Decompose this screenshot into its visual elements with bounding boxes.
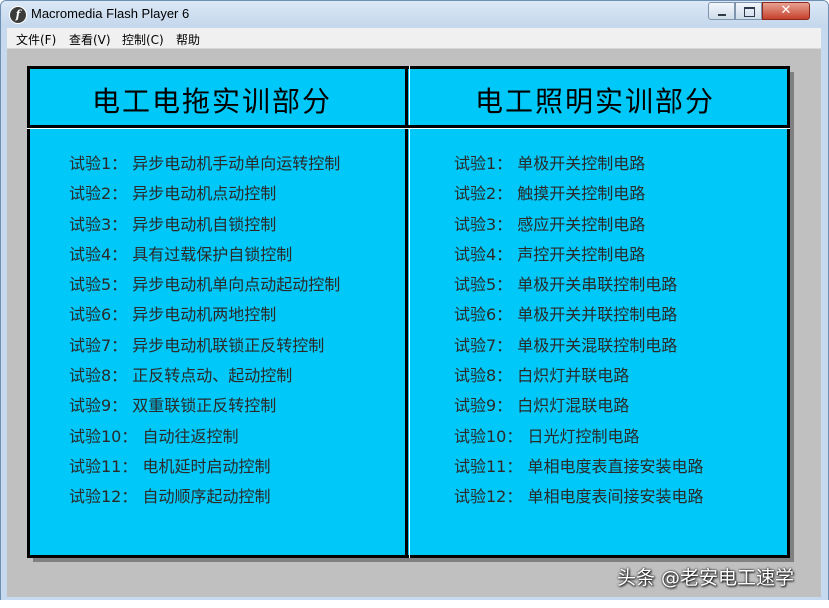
right-experiment-item[interactable]: 试验7： 单极开关混联控制电路 xyxy=(454,334,703,364)
title-bar[interactable]: f Macromedia Flash Player 6 ✕ xyxy=(1,1,828,27)
right-experiment-item[interactable]: 试验5： 单极开关串联控制电路 xyxy=(454,273,703,303)
left-experiment-item[interactable]: 试验1： 异步电动机手动单向运转控制 xyxy=(69,152,340,182)
minimize-icon xyxy=(718,14,726,16)
right-experiment-item[interactable]: 试验11： 单相电度表直接安装电路 xyxy=(454,455,703,485)
left-experiment-item[interactable]: 试验9： 双重联锁正反转控制 xyxy=(69,394,340,424)
menu-bar: 文件(F) 查看(V) 控制(C) 帮助 xyxy=(7,28,821,49)
maximize-icon xyxy=(744,7,755,17)
right-experiment-item[interactable]: 试验9： 白炽灯混联电路 xyxy=(454,394,703,424)
menu-view[interactable]: 查看(V) xyxy=(69,31,111,48)
left-experiment-item[interactable]: 试验11： 电机延时启动控制 xyxy=(69,455,340,485)
menu-control[interactable]: 控制(C) xyxy=(122,31,164,48)
menu-help[interactable]: 帮助 xyxy=(176,31,200,48)
desktop-background xyxy=(0,600,829,608)
right-experiment-item[interactable]: 试验1： 单极开关控制电路 xyxy=(454,152,703,182)
flash-icon[interactable]: f xyxy=(9,6,27,24)
right-experiment-list: 试验1： 单极开关控制电路 试验2： 触摸开关控制电路 试验3： 感应开关控制电… xyxy=(454,152,703,516)
left-experiment-item[interactable]: 试验10： 自动往返控制 xyxy=(69,425,340,455)
minimize-button[interactable] xyxy=(708,2,735,20)
left-experiment-list: 试验1： 异步电动机手动单向运转控制 试验2： 异步电动机点动控制 试验3： 异… xyxy=(69,152,340,516)
right-experiment-item[interactable]: 试验12： 单相电度表间接安装电路 xyxy=(454,485,703,515)
right-experiment-item[interactable]: 试验10： 日光灯控制电路 xyxy=(454,425,703,455)
board-shadow-bottom xyxy=(33,558,794,562)
left-experiment-item[interactable]: 试验6： 异步电动机两地控制 xyxy=(69,303,340,333)
close-icon: ✕ xyxy=(780,3,792,18)
left-experiment-item[interactable]: 试验8： 正反转点动、起动控制 xyxy=(69,364,340,394)
watermark-text: 头条 @老安电工速学 xyxy=(617,567,795,589)
window-title: Macromedia Flash Player 6 xyxy=(31,6,190,21)
right-experiment-item[interactable]: 试验8： 白炽灯并联电路 xyxy=(454,364,703,394)
left-experiment-item[interactable]: 试验4： 具有过载保护自锁控制 xyxy=(69,243,340,273)
right-experiment-item[interactable]: 试验3： 感应开关控制电路 xyxy=(454,213,703,243)
header-divider-highlight xyxy=(27,128,790,129)
left-experiment-item[interactable]: 试验5： 异步电动机单向点动起动控制 xyxy=(69,273,340,303)
menu-file[interactable]: 文件(F) xyxy=(16,31,56,48)
right-panel-title: 电工照明实训部分 xyxy=(475,85,716,118)
left-experiment-item[interactable]: 试验3： 异步电动机自锁控制 xyxy=(69,213,340,243)
column-divider-highlight xyxy=(409,66,410,558)
right-experiment-item[interactable]: 试验6： 单极开关并联控制电路 xyxy=(454,303,703,333)
right-experiment-item[interactable]: 试验2： 触摸开关控制电路 xyxy=(454,182,703,212)
maximize-button[interactable] xyxy=(735,2,762,20)
board-shadow-right xyxy=(790,72,794,562)
left-panel-title: 电工电拖实训部分 xyxy=(92,85,333,118)
right-experiment-item[interactable]: 试验4： 声控开关控制电路 xyxy=(454,243,703,273)
column-divider xyxy=(405,66,408,558)
left-experiment-item[interactable]: 试验2： 异步电动机点动控制 xyxy=(69,182,340,212)
left-experiment-item[interactable]: 试验12： 自动顺序起动控制 xyxy=(69,485,340,515)
close-button[interactable]: ✕ xyxy=(762,2,810,20)
left-experiment-item[interactable]: 试验7： 异步电动机联锁正反转控制 xyxy=(69,334,340,364)
